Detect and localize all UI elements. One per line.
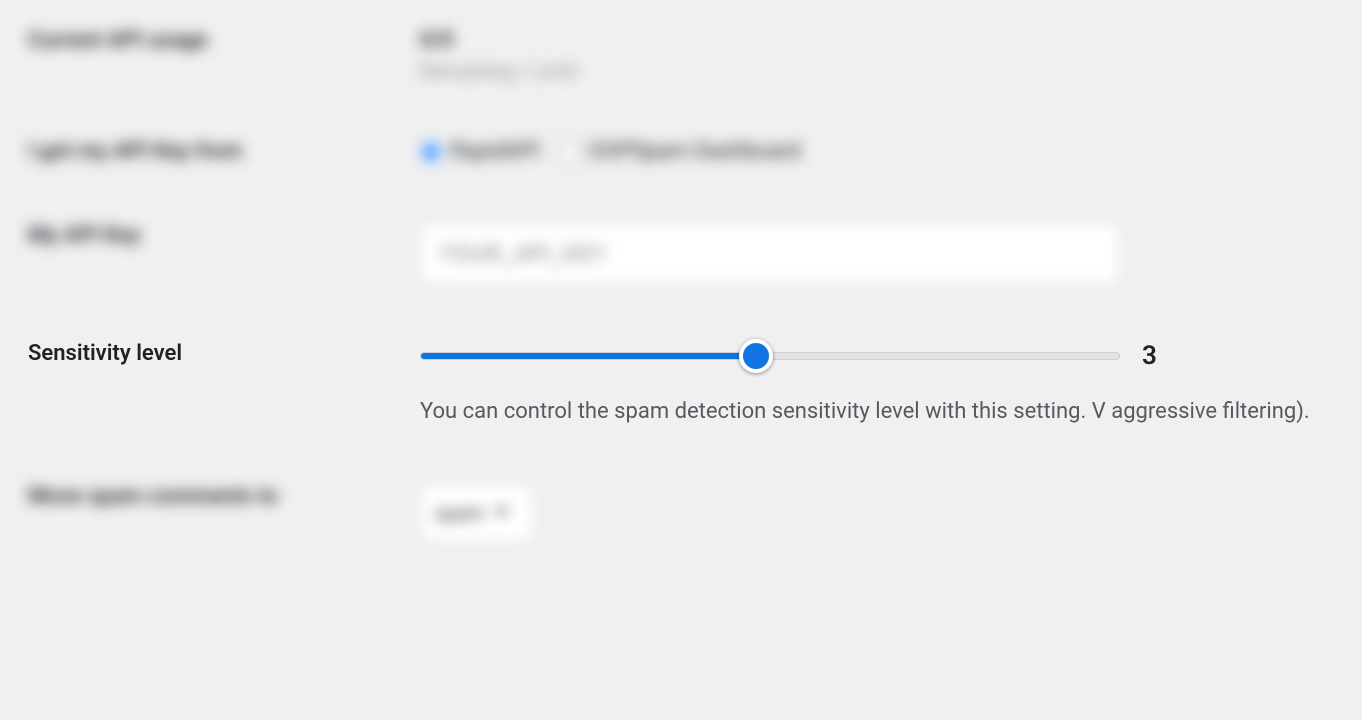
radio-rapidapi-label: RapidAPI — [450, 139, 540, 164]
chevron-down-icon — [495, 508, 509, 517]
api-key-label: My API Key — [28, 223, 141, 248]
sensitivity-slider[interactable] — [420, 352, 1120, 360]
api-usage-value: 0/0 — [420, 28, 1362, 53]
radio-dashboard-label: OOPSpam Dashboard — [588, 139, 801, 164]
radio-option-dashboard[interactable]: OOPSpam Dashboard — [558, 139, 801, 164]
sensitivity-slider-thumb[interactable] — [739, 339, 773, 373]
sensitivity-description: You can control the spam detection sensi… — [420, 395, 1320, 428]
api-usage-subtext: Remaining / Limit — [420, 59, 1362, 83]
sensitivity-value: 3 — [1142, 341, 1157, 371]
radio-dashboard[interactable] — [558, 141, 580, 163]
sensitivity-label: Sensitivity level — [28, 341, 182, 366]
api-key-source-label: I got my API Key from — [28, 139, 242, 164]
radio-rapidapi[interactable] — [420, 141, 442, 163]
api-key-source-radio-group: RapidAPI OOPSpam Dashboard — [420, 139, 1362, 167]
radio-option-rapidapi[interactable]: RapidAPI — [420, 139, 540, 164]
api-key-input[interactable] — [420, 223, 1120, 285]
move-spam-selected: spam — [435, 501, 485, 525]
move-spam-select[interactable]: spam — [420, 484, 534, 542]
move-spam-label: Move spam comments to — [28, 484, 278, 509]
api-usage-label: Current API usage — [28, 28, 208, 53]
sensitivity-slider-fill — [421, 353, 756, 359]
